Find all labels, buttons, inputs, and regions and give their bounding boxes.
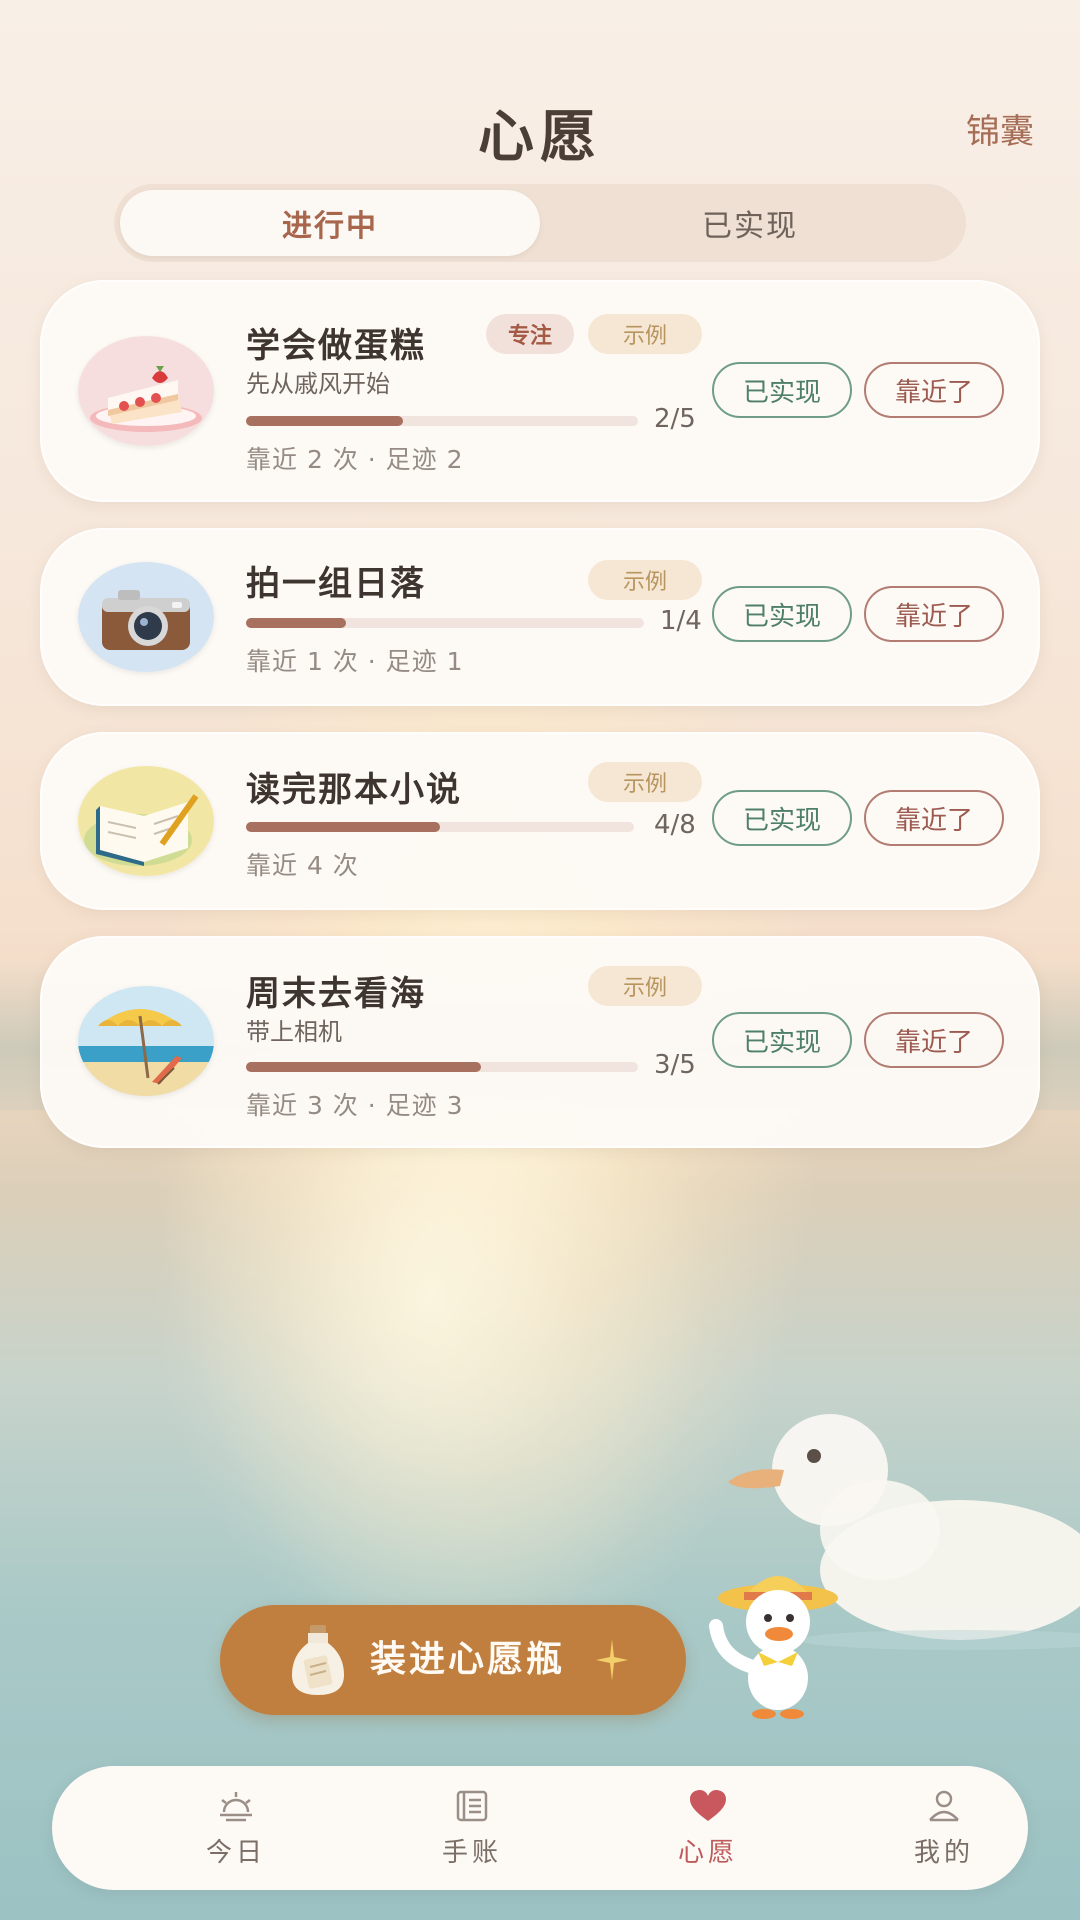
user-icon bbox=[929, 1790, 959, 1821]
progress-track bbox=[246, 1062, 638, 1072]
journal-icon bbox=[456, 1790, 488, 1821]
cake-icon bbox=[78, 336, 214, 446]
wish-title: 读完那本小说 bbox=[246, 770, 462, 810]
wish-meta: 靠近 2 次 · 足迹 2 bbox=[246, 445, 464, 474]
example-badge: 示例 bbox=[588, 314, 702, 354]
got-closer-button[interactable]: 靠近了 bbox=[864, 1012, 1004, 1068]
wish-subtitle: 先从戚风开始 bbox=[246, 370, 390, 398]
nav-wishes[interactable]: 心愿 bbox=[608, 1766, 808, 1890]
wish-card-novel[interactable]: 读完那本小说 示例 4/8 靠近 4 次 已实现 靠近了 bbox=[40, 732, 1040, 910]
got-closer-button[interactable]: 靠近了 bbox=[864, 586, 1004, 642]
progress-ratio: 3/5 bbox=[654, 1050, 696, 1080]
water-shimmer bbox=[150, 1140, 710, 1660]
add-wish-button[interactable]: 装进心愿瓶 bbox=[220, 1605, 686, 1715]
tab-achieved[interactable]: 已实现 bbox=[540, 190, 960, 256]
progress-ratio: 2/5 bbox=[654, 404, 696, 434]
wish-title: 拍一组日落 bbox=[246, 564, 426, 604]
wish-card-sea[interactable]: 周末去看海 示例 带上相机 3/5 靠近 3 次 · 足迹 3 已实现 靠近了 bbox=[40, 936, 1040, 1148]
bottom-nav: 今日 手账 心愿 我的 bbox=[52, 1766, 1028, 1890]
nav-today[interactable]: 今日 bbox=[136, 1766, 336, 1890]
progress-track bbox=[246, 618, 644, 628]
wish-meta: 靠近 1 次 · 足迹 1 bbox=[246, 647, 464, 676]
progress-fill bbox=[246, 822, 440, 832]
progress-track bbox=[246, 822, 634, 832]
add-wish-label: 装进心愿瓶 bbox=[370, 1639, 566, 1680]
duck-mascot-icon bbox=[709, 1576, 838, 1719]
mark-achieved-button[interactable]: 已实现 bbox=[712, 790, 852, 846]
nav-label: 手账 bbox=[441, 1837, 502, 1868]
nav-label: 今日 bbox=[205, 1837, 266, 1868]
nav-journal[interactable]: 手账 bbox=[372, 1766, 572, 1890]
got-closer-button[interactable]: 靠近了 bbox=[864, 790, 1004, 846]
focus-badge: 专注 bbox=[486, 314, 574, 354]
heart-icon bbox=[690, 1789, 726, 1821]
nav-profile[interactable]: 我的 bbox=[844, 1766, 1044, 1890]
wish-subtitle: 带上相机 bbox=[246, 1018, 342, 1046]
tab-in-progress[interactable]: 进行中 bbox=[120, 190, 540, 256]
beach-umbrella-icon bbox=[78, 986, 214, 1096]
example-badge: 示例 bbox=[588, 560, 702, 600]
book-icon bbox=[78, 766, 214, 876]
mark-achieved-button[interactable]: 已实现 bbox=[712, 362, 852, 418]
nav-label: 我的 bbox=[913, 1837, 974, 1868]
page-title: 心愿 bbox=[478, 105, 602, 170]
nav-label: 心愿 bbox=[677, 1837, 738, 1868]
wish-meta: 靠近 4 次 bbox=[246, 851, 359, 880]
wish-title: 学会做蛋糕 bbox=[246, 326, 426, 366]
progress-fill bbox=[246, 1062, 482, 1072]
wish-bottle-icon bbox=[292, 1625, 344, 1695]
tips-link[interactable]: 锦囊 bbox=[966, 104, 1034, 153]
progress-fill bbox=[246, 416, 403, 426]
got-closer-button[interactable]: 靠近了 bbox=[864, 362, 1004, 418]
example-badge: 示例 bbox=[588, 762, 702, 802]
progress-fill bbox=[246, 618, 346, 628]
sparkle-icon bbox=[596, 1639, 628, 1681]
progress-ratio: 4/8 bbox=[654, 810, 696, 840]
progress-ratio: 1/4 bbox=[660, 606, 702, 636]
progress-track bbox=[246, 416, 638, 426]
mark-achieved-button[interactable]: 已实现 bbox=[712, 1012, 852, 1068]
status-tabs: 进行中 已实现 bbox=[114, 184, 966, 262]
wish-meta: 靠近 3 次 · 足迹 3 bbox=[246, 1091, 464, 1120]
example-badge: 示例 bbox=[588, 966, 702, 1006]
wish-card-sunset[interactable]: 拍一组日落 示例 1/4 靠近 1 次 · 足迹 1 已实现 靠近了 bbox=[40, 528, 1040, 706]
sunrise-icon bbox=[220, 1791, 252, 1821]
wish-card-cake[interactable]: 学会做蛋糕 专注 示例 先从戚风开始 2/5 靠近 2 次 · 足迹 2 已实现… bbox=[40, 280, 1040, 502]
wish-title: 周末去看海 bbox=[246, 974, 426, 1014]
camera-icon bbox=[78, 562, 214, 672]
mark-achieved-button[interactable]: 已实现 bbox=[712, 586, 852, 642]
